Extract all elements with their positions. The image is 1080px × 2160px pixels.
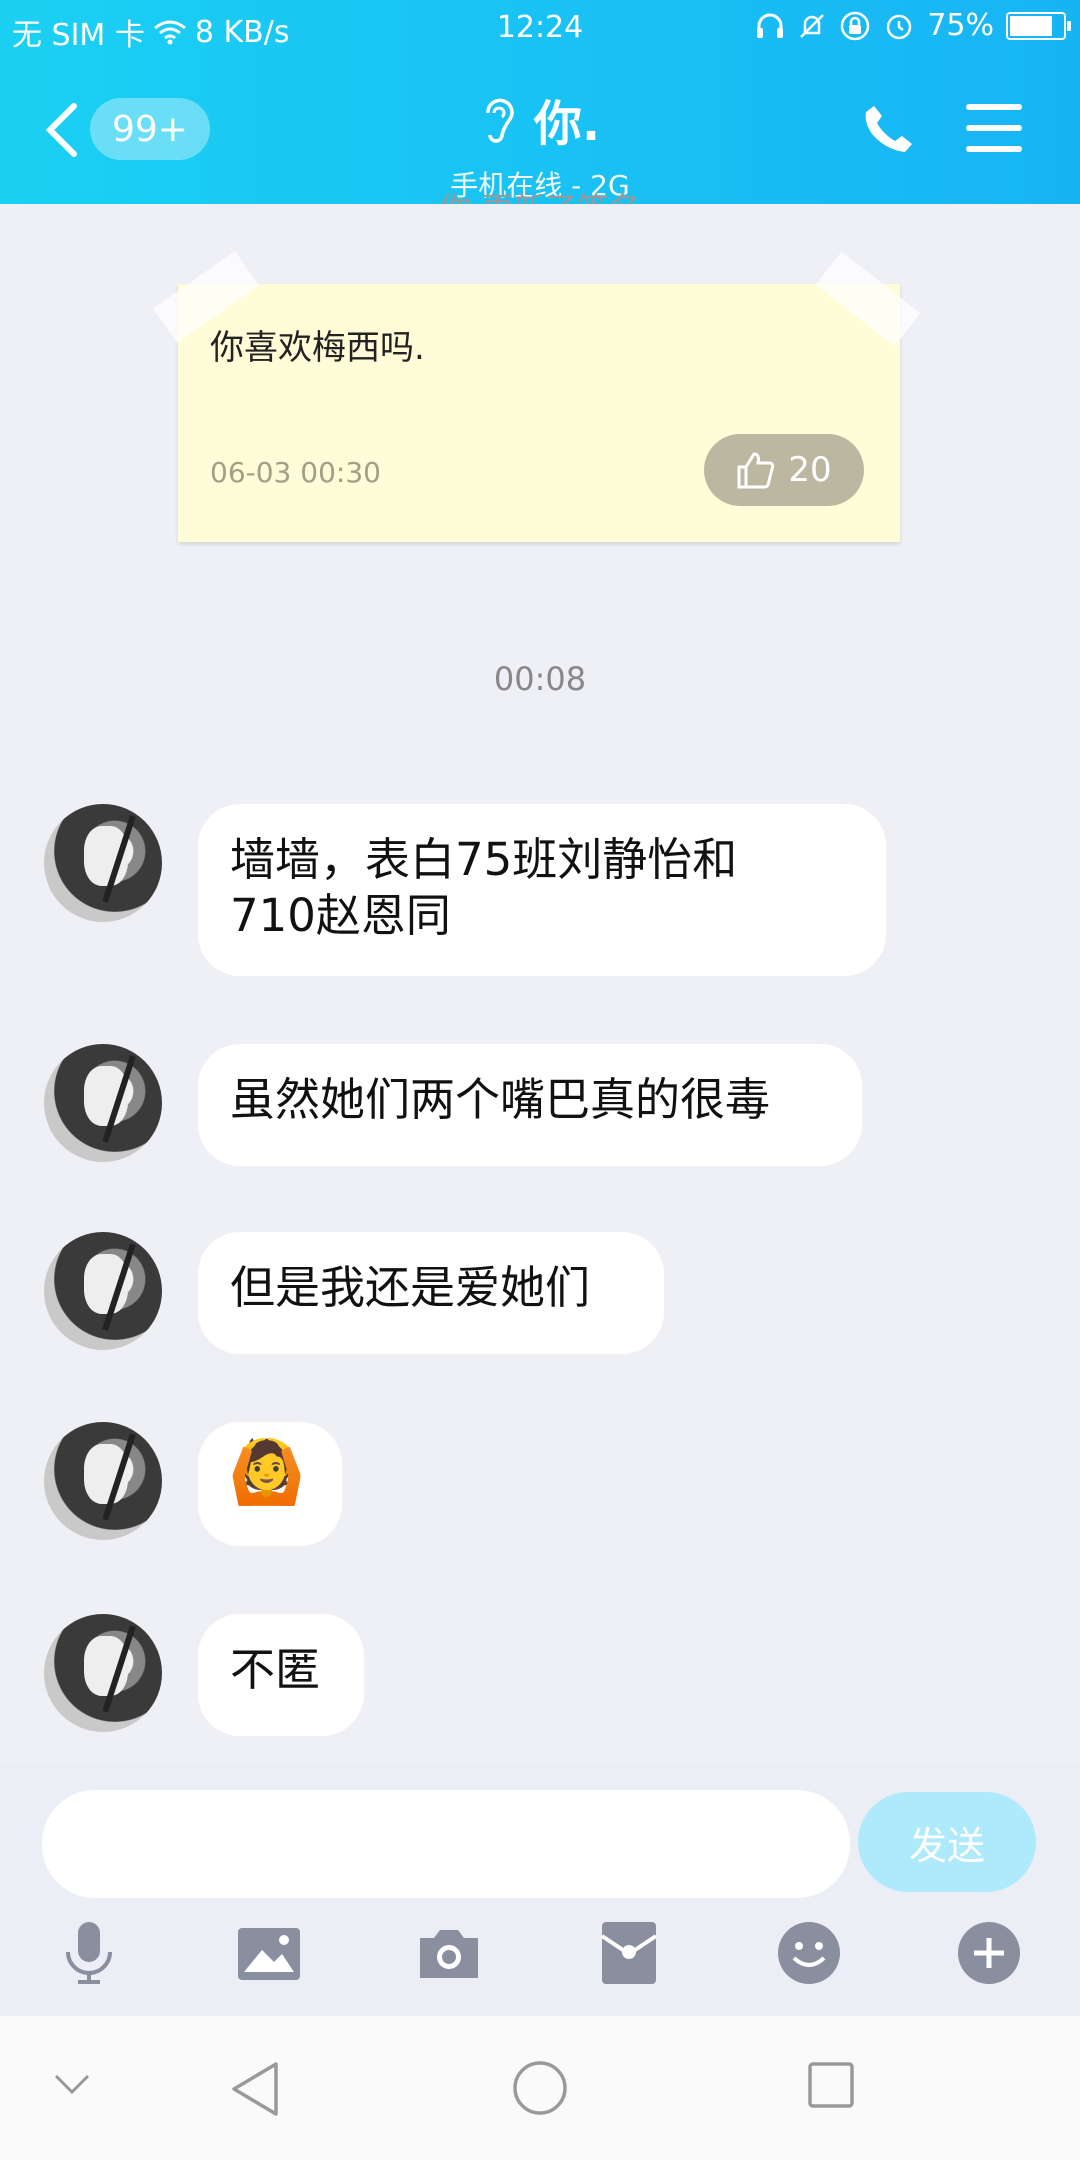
contact-name: 你. xyxy=(533,96,601,152)
red-packet-icon[interactable] xyxy=(594,1918,664,1988)
status-bar: 无 SIM 卡 8 KB/s 12:24 75% xyxy=(0,0,1080,56)
collapse-chevron-icon[interactable] xyxy=(52,2072,92,2096)
message-input[interactable] xyxy=(42,1790,850,1898)
note-timestamp: 06-03 00:30 xyxy=(210,456,381,489)
composer-panel: 发送 xyxy=(0,1764,1080,2016)
battery-icon xyxy=(1006,11,1071,40)
message-bubble[interactable]: 但是我还是爱她们 xyxy=(198,1232,664,1354)
avatar[interactable] xyxy=(44,1614,162,1732)
mute-bell-icon xyxy=(800,13,825,38)
plus-icon[interactable] xyxy=(954,1918,1024,1988)
alarm-icon xyxy=(887,14,912,39)
avatar[interactable] xyxy=(44,1232,162,1350)
avatar[interactable] xyxy=(44,1044,162,1162)
back-triangle-icon[interactable] xyxy=(228,2060,282,2118)
message-bubble[interactable]: 不匿 xyxy=(198,1614,364,1736)
home-circle-icon[interactable] xyxy=(512,2060,568,2116)
signature-update-notice: 你.更新了签名 xyxy=(0,184,1080,204)
tape-decoration xyxy=(815,251,921,347)
ear-icon xyxy=(486,98,514,143)
emoji-icon[interactable] xyxy=(774,1918,844,1988)
like-button[interactable]: 20 xyxy=(704,434,864,506)
avatar[interactable] xyxy=(44,1422,162,1540)
avatar[interactable] xyxy=(44,804,162,922)
time-separator: 00:08 xyxy=(493,660,587,698)
message-bubble[interactable]: 墙墙，表白75班刘静怡和 710赵恩同 xyxy=(198,804,886,976)
lock-rotation-icon xyxy=(841,11,870,40)
chat-header: 无 SIM 卡 8 KB/s 12:24 75% 99+ 你. 手机在线 - 2… xyxy=(0,0,1080,204)
send-button[interactable]: 发送 xyxy=(858,1792,1036,1892)
recents-square-icon[interactable] xyxy=(806,2060,856,2110)
like-count: 20 xyxy=(788,450,832,490)
battery-percent: 75% xyxy=(927,8,994,43)
headphones-icon xyxy=(757,13,784,38)
chat-navbar: 99+ 你. 手机在线 - 2G xyxy=(0,56,1080,204)
phone-icon[interactable] xyxy=(862,102,916,156)
message-bubble[interactable]: 虽然她们两个嘴巴真的很毒 xyxy=(198,1044,862,1166)
signature-note-card[interactable]: 你喜欢梅西吗. 06-03 00:30 20 xyxy=(152,251,921,542)
microphone-icon[interactable] xyxy=(54,1918,124,1988)
system-nav-bar xyxy=(0,2016,1080,2160)
note-text: 你喜欢梅西吗. xyxy=(210,328,425,368)
image-icon[interactable] xyxy=(234,1918,304,1988)
camera-icon[interactable] xyxy=(414,1918,484,1988)
thumbs-up-icon xyxy=(737,452,775,489)
menu-icon[interactable] xyxy=(966,104,1022,154)
emoji-message-bubble[interactable]: 🙆 xyxy=(198,1422,342,1546)
